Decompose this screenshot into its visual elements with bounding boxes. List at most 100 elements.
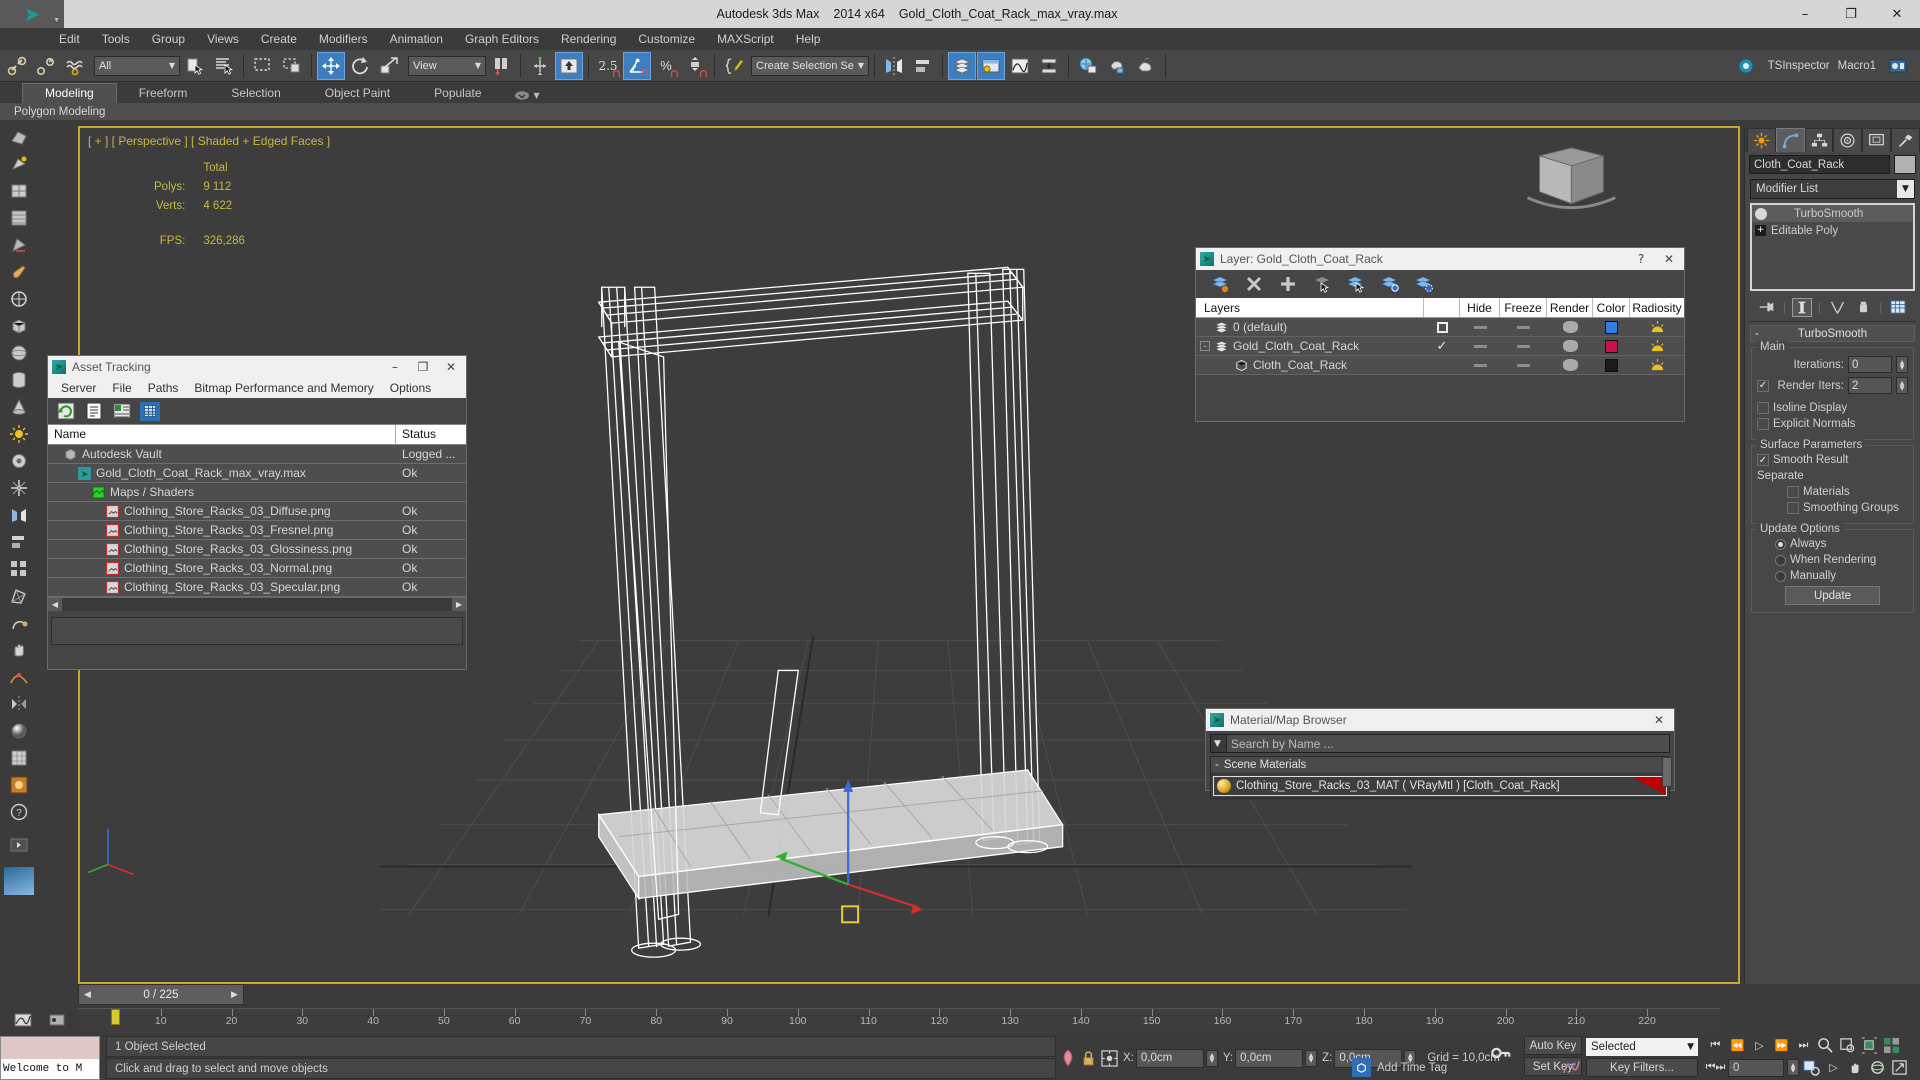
layer-current-cell[interactable]: ✓ xyxy=(1424,339,1460,354)
asset-table-row[interactable]: Clothing_Store_Racks_03_Normal.png Ok xyxy=(48,559,466,578)
help-icon[interactable]: ? xyxy=(4,799,34,825)
key-filter-mode-combo[interactable]: Selected ▼ xyxy=(1586,1038,1698,1056)
layer-render-cell[interactable] xyxy=(1547,359,1593,371)
close-button[interactable]: ✕ xyxy=(1874,0,1920,28)
maxscript-mini-listener[interactable]: Welcome to M xyxy=(0,1036,100,1080)
layer-column-current[interactable] xyxy=(1424,298,1460,317)
tab-display[interactable] xyxy=(1862,128,1892,152)
layer-properties-icon[interactable] xyxy=(1414,275,1434,294)
mirror-icon[interactable] xyxy=(880,52,908,80)
sphere-primitive-icon[interactable] xyxy=(4,340,34,366)
select-by-name-icon[interactable] xyxy=(210,52,238,80)
add-selection-icon[interactable] xyxy=(1278,275,1298,294)
minimize-button[interactable]: – xyxy=(1782,0,1828,28)
asset-table-row[interactable]: Clothing_Store_Racks_03_Glossiness.png Ok xyxy=(48,540,466,559)
zoom-extents-selected-icon[interactable] xyxy=(1860,1036,1879,1055)
iterations-spinner[interactable]: ▲ ▼ xyxy=(1896,356,1908,373)
layer-column-layers[interactable]: Layers xyxy=(1196,298,1424,317)
rectangular-selection-region-icon[interactable] xyxy=(249,52,277,80)
layer-render-cell[interactable] xyxy=(1547,340,1593,352)
group-collapse-icon[interactable]: - xyxy=(1215,759,1219,771)
tab-utilities[interactable] xyxy=(1891,128,1920,152)
material-editor-icon[interactable] xyxy=(1074,52,1102,80)
layer-color-cell[interactable] xyxy=(1593,320,1630,334)
symmetry-icon[interactable] xyxy=(4,691,34,717)
uvw-map-icon[interactable] xyxy=(4,745,34,771)
menu-item-create[interactable]: Create xyxy=(250,30,308,48)
use-pivot-point-center-icon[interactable] xyxy=(487,52,515,80)
render-preview-icon[interactable] xyxy=(4,718,34,744)
layer-expand-toggle[interactable]: - xyxy=(1200,341,1210,351)
named-selection-sets-combo[interactable]: Create Selection Se ▼ xyxy=(751,55,869,76)
asset-column-name[interactable]: Name xyxy=(48,425,396,444)
asset-table-row[interactable]: Clothing_Store_Racks_03_Fresnel.png Ok xyxy=(48,521,466,540)
make-unique-icon[interactable] xyxy=(1827,298,1847,317)
chevron-down-icon[interactable]: ▼ xyxy=(534,91,540,100)
frame-spinner[interactable]: ▲ ▼ xyxy=(1787,1059,1799,1076)
key-filters-button[interactable]: Key Filters... xyxy=(1586,1058,1698,1077)
layer-column-color[interactable]: Color xyxy=(1593,298,1630,317)
layer-radiosity-cell[interactable] xyxy=(1630,358,1684,372)
layer-column-freeze[interactable]: Freeze xyxy=(1500,298,1547,317)
tab-selection[interactable]: Selection xyxy=(209,84,302,103)
material-list-scrollbar[interactable] xyxy=(1662,757,1672,787)
graphite-tool-icon[interactable] xyxy=(4,286,34,312)
iterations-field[interactable]: 0 xyxy=(1848,356,1892,373)
next-frame-icon[interactable]: ▶ xyxy=(228,990,241,1000)
poly-tool-4-icon[interactable] xyxy=(4,205,34,231)
selection-filter-combo[interactable]: All ▼ xyxy=(94,55,180,76)
asset-table-row[interactable]: Clothing_Store_Racks_03_Specular.png Ok xyxy=(48,578,466,597)
unlink-selection-icon[interactable] xyxy=(32,52,60,80)
zoom-region-icon[interactable] xyxy=(1816,1036,1835,1055)
layer-freeze-cell[interactable] xyxy=(1500,363,1547,367)
helper-icon[interactable] xyxy=(4,475,34,501)
layer-color-cell[interactable] xyxy=(1593,358,1630,372)
macro-label[interactable]: Macro1 xyxy=(1838,60,1876,72)
rollout-collapse-icon[interactable]: - xyxy=(1755,328,1759,340)
mini-listener-input[interactable] xyxy=(1,1037,99,1059)
isoline-display-check[interactable] xyxy=(1757,402,1769,414)
modifier-list-dropdown[interactable]: Modifier List ▼ xyxy=(1750,179,1915,199)
reference-coordinate-system-combo[interactable]: View ▼ xyxy=(408,55,486,76)
show-end-result-icon[interactable] xyxy=(1791,297,1812,317)
asset-menu-bitmap-performance[interactable]: Bitmap Performance and Memory xyxy=(186,380,381,396)
layer-freeze-cell[interactable] xyxy=(1500,325,1547,329)
isolate-selection-icon[interactable] xyxy=(1060,1048,1076,1068)
layer-column-radiosity[interactable]: Radiosity xyxy=(1630,298,1684,317)
object-color-swatch[interactable] xyxy=(1894,155,1916,174)
unwrap-uvw-icon[interactable] xyxy=(4,583,34,609)
curve-editor-icon[interactable] xyxy=(1006,52,1034,80)
chevron-down-icon[interactable]: ▼ xyxy=(858,61,864,70)
configure-modifier-sets-icon[interactable] xyxy=(1888,298,1908,317)
asset-column-status[interactable]: Status xyxy=(396,425,442,444)
next-frame-icon[interactable]: ⏩ xyxy=(1772,1036,1791,1055)
select-highlighted-objects-icon[interactable] xyxy=(1312,275,1332,294)
set-key-curve-icon[interactable] xyxy=(1562,1058,1582,1077)
light-icon[interactable] xyxy=(4,421,34,447)
chevron-down-icon[interactable]: ▼ xyxy=(475,61,481,70)
menu-item-modifiers[interactable]: Modifiers xyxy=(308,30,379,48)
create-new-layer-icon[interactable] xyxy=(1210,275,1230,294)
menu-item-maxscript[interactable]: MAXScript xyxy=(706,30,785,48)
absolute-relative-mode-icon[interactable] xyxy=(1101,1049,1118,1067)
asset-minimize-button[interactable]: – xyxy=(384,357,406,377)
asset-tracking-dialog[interactable]: ➤ Asset Tracking – ❐ ✕ Server File Paths… xyxy=(47,355,467,670)
update-manually-radio[interactable] xyxy=(1775,570,1786,582)
select-object-icon[interactable] xyxy=(181,52,209,80)
layer-hide-cell[interactable] xyxy=(1460,363,1500,367)
explicit-normals-check[interactable] xyxy=(1757,418,1769,430)
expand-plus-icon[interactable]: + xyxy=(1755,225,1766,236)
percent-snap-toggle-icon[interactable]: % ∩ xyxy=(652,52,680,80)
select-and-rotate-icon[interactable] xyxy=(346,52,374,80)
scroll-right-icon[interactable]: ▶ xyxy=(452,598,466,611)
hand-tool-icon[interactable] xyxy=(4,637,34,663)
highlight-selected-objects-layers-icon[interactable] xyxy=(1380,275,1400,294)
tab-object-paint[interactable]: Object Paint xyxy=(303,84,412,103)
material-search-row[interactable]: ▼ Search by Name ... xyxy=(1210,734,1670,753)
spinner-snap-toggle-icon[interactable]: ∩ xyxy=(681,52,709,80)
modifier-stack[interactable]: TurboSmooth + Editable Poly xyxy=(1750,203,1915,291)
tab-populate[interactable]: Populate xyxy=(412,84,503,103)
table-view-icon[interactable] xyxy=(140,401,160,421)
select-highlighted-layers-icon[interactable] xyxy=(1346,275,1366,294)
turbosmooth-rollout-header[interactable]: - TurboSmooth xyxy=(1750,325,1915,342)
